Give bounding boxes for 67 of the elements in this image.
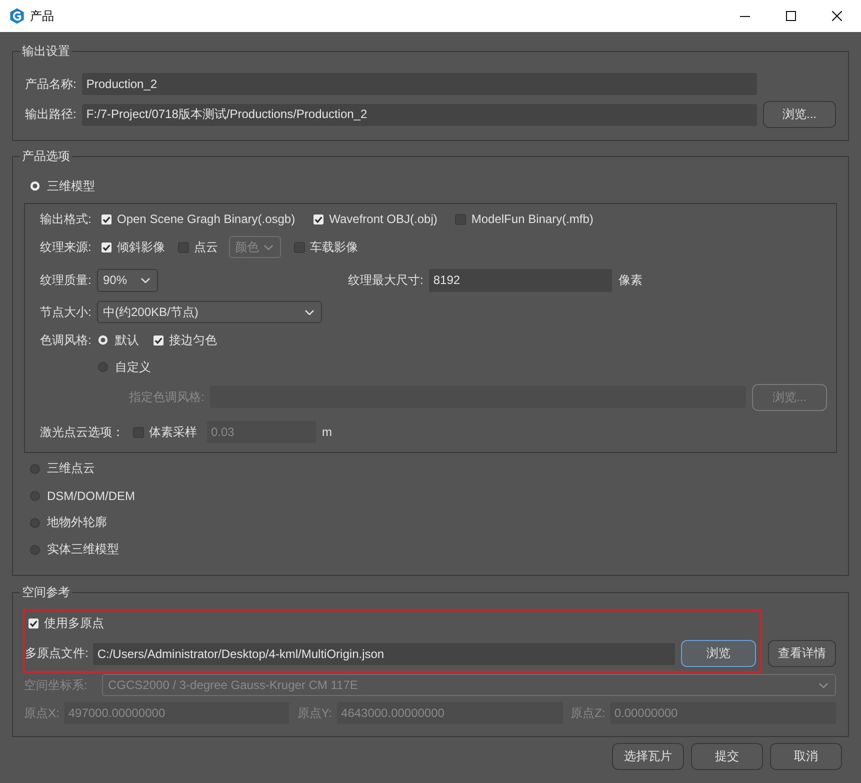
field-label: 产品名称: bbox=[25, 76, 76, 92]
field-label: 激光点云选项： bbox=[40, 424, 125, 440]
view-details-button[interactable]: 查看详情 bbox=[768, 640, 836, 667]
checkbox[interactable] bbox=[455, 214, 466, 224]
radio-label: 自定义 bbox=[115, 358, 151, 376]
radio-label: 实体三维模型 bbox=[47, 541, 119, 558]
group-title: 空间参考 bbox=[21, 584, 71, 600]
checkbox[interactable] bbox=[153, 334, 164, 346]
chevron-down-icon bbox=[264, 244, 273, 250]
radio-button[interactable] bbox=[30, 544, 40, 554]
radio-label: 地物外轮廓 bbox=[47, 514, 107, 531]
text-field[interactable]: Production_2 bbox=[82, 73, 757, 95]
radio-button[interactable] bbox=[98, 362, 108, 372]
field-label: 输出路径: bbox=[25, 106, 76, 123]
close-icon[interactable] bbox=[832, 11, 842, 21]
checkbox[interactable] bbox=[313, 214, 324, 224]
checkbox-label: 接边匀色 bbox=[169, 332, 217, 348]
radio-label: DSM/DOM/DEM bbox=[47, 488, 135, 502]
field-label: 色调风格: bbox=[40, 332, 92, 348]
submit-button[interactable]: 提交 bbox=[691, 743, 763, 770]
radio-label: 三维模型 bbox=[47, 178, 95, 194]
checkbox-label: Open Scene Gragh Binary(.osgb) bbox=[117, 212, 296, 226]
radio-button[interactable] bbox=[98, 335, 108, 345]
checkbox[interactable] bbox=[133, 426, 144, 438]
hexagon-logo-icon bbox=[9, 8, 25, 24]
checkbox-label: 倾斜影像 bbox=[117, 238, 165, 256]
text-field[interactable]: F:/7-Project/0718版本测试/Productions/Production_2 bbox=[82, 104, 757, 126]
radio-label: 默认 bbox=[115, 332, 139, 348]
group-title: 产品选项 bbox=[21, 148, 71, 164]
checkbox-label: 点云 bbox=[194, 238, 218, 256]
unit-label: m bbox=[322, 425, 332, 439]
chevron-down-icon bbox=[141, 278, 150, 282]
radio-label: 三维点云 bbox=[47, 460, 95, 477]
checkbox[interactable] bbox=[101, 242, 112, 252]
dropdown[interactable]: 中(约200KB/节点) bbox=[97, 301, 322, 323]
checkbox-label: 使用多原点 bbox=[44, 614, 104, 632]
chevron-down-icon bbox=[305, 310, 314, 314]
radio-button[interactable] bbox=[30, 490, 40, 500]
radio-button[interactable] bbox=[30, 464, 40, 474]
radio-button[interactable] bbox=[30, 181, 40, 191]
checkbox[interactable] bbox=[101, 214, 112, 224]
checkbox-label: 体素采样 bbox=[149, 424, 197, 440]
group-title: 输出设置 bbox=[21, 43, 71, 59]
field-label: 输出格式: bbox=[40, 210, 92, 228]
chevron-down-icon bbox=[819, 682, 828, 688]
field-label: 纹理质量: bbox=[40, 272, 92, 288]
maximize-icon[interactable] bbox=[786, 11, 796, 21]
text-field[interactable]: C:/Users/Administrator/Desktop/4-kml/MultiOrigin.json bbox=[93, 642, 675, 664]
field-label: 多原点文件: bbox=[25, 645, 88, 662]
radio-button[interactable] bbox=[30, 518, 40, 528]
checkbox-label: ModelFun Binary(.mfb) bbox=[471, 212, 594, 226]
cancel-button[interactable]: 取消 bbox=[770, 743, 842, 770]
checkbox[interactable] bbox=[178, 242, 189, 252]
field-label: 纹理最大尺寸: bbox=[348, 272, 424, 288]
field-label: 纹理来源: bbox=[40, 238, 92, 256]
checkbox[interactable] bbox=[294, 242, 305, 252]
field-label: 节点大小: bbox=[40, 304, 92, 320]
window-title: 产品 bbox=[30, 8, 54, 24]
text-field[interactable]: 8192 bbox=[429, 268, 612, 292]
select-tiles-button[interactable]: 选择瓦片 bbox=[612, 743, 684, 770]
browse-button[interactable]: 浏览 bbox=[681, 640, 756, 667]
checkbox-label: Wavefront OBJ(.obj) bbox=[329, 212, 438, 226]
checkbox[interactable] bbox=[28, 618, 39, 628]
dropdown[interactable]: 90% bbox=[97, 268, 158, 292]
checkbox-label: 车载影像 bbox=[310, 238, 358, 256]
browse-button[interactable]: 浏览... bbox=[763, 101, 836, 128]
unit-label: 像素 bbox=[618, 272, 642, 288]
